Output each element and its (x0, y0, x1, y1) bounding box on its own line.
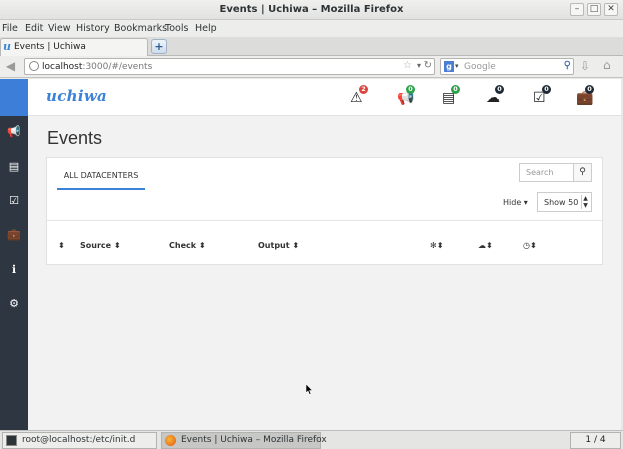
column-status-sort[interactable]: ✻⬍ (430, 241, 443, 250)
clock-icon: ◷ (523, 241, 530, 250)
search-button[interactable]: ⚲ (573, 163, 592, 182)
column-select-sort[interactable]: ⬍ (58, 241, 65, 250)
search-icon[interactable]: ⚲ (564, 60, 571, 71)
uchiwa-app: 📢 ▤ ☑ 💼 ℹ ⚙ uchiwa ⚠ 2 📢 0 ▤ 0 ☁ 0 ☑ 0 💼 0 Events A… (0, 79, 621, 430)
url-path: :3000/#/events (82, 62, 153, 72)
taskbar-terminal-label: root@localhost:/etc/init.d (22, 435, 136, 445)
briefcase-icon: 💼 (7, 228, 21, 241)
url-dropdown-icon[interactable]: ▾ (417, 61, 421, 70)
count-badge: 2 (359, 85, 368, 94)
browser-tab-title: Events | Uchiwa (14, 42, 86, 52)
menu-tools[interactable]: Tools (165, 23, 188, 34)
sidebar-item-settings[interactable]: ⚙ (0, 294, 28, 314)
maximize-button[interactable]: □ (587, 3, 601, 16)
column-datacenter-sort[interactable]: ☁⬍ (478, 241, 493, 250)
column-output[interactable]: Output ⬍ (258, 241, 299, 250)
navigation-bar: ◀ localhost:3000/#/events ☆ ▾ ↻ g ▾ Goog… (0, 56, 623, 78)
top-navbar: uchiwa ⚠ 2 📢 0 ▤ 0 ☁ 0 ☑ 0 💼 0 (28, 79, 621, 116)
workspace-pager[interactable]: 1 / 4 (570, 432, 621, 449)
cloud-icon: ☁ (478, 241, 486, 250)
page-title: Events (47, 128, 103, 148)
download-arrow-icon[interactable]: ⇩ (580, 59, 590, 73)
nav-aggregates-briefcase-link[interactable]: 💼 0 (576, 85, 598, 107)
menu-bookmarks[interactable]: Bookmarks (114, 23, 167, 34)
sidebar-item-clients[interactable]: ▤ (0, 157, 28, 177)
web-search-bar[interactable]: g ▾ Google ⚲ (440, 58, 574, 75)
events-search-input[interactable]: Search (519, 163, 574, 182)
menu-file[interactable]: File (2, 23, 18, 34)
sidebar: 📢 ▤ ☑ 💼 ℹ ⚙ (0, 79, 28, 430)
search-icon: ⚲ (579, 167, 586, 177)
url-host: localhost (42, 62, 83, 72)
new-tab-button[interactable]: + (151, 39, 167, 54)
sidebar-item-aggregates[interactable]: 💼 (0, 225, 28, 245)
menu-bar: File Edit View History Bookmarks Tools H… (0, 20, 623, 37)
minimize-button[interactable]: – (570, 3, 584, 16)
tab-all-datacenters[interactable]: ALL DATACENTERS (57, 170, 145, 190)
url-text: localhost:3000/#/events (42, 62, 152, 72)
bookmark-star-icon[interactable]: ☆ (403, 60, 412, 71)
sidebar-item-checks[interactable]: ☑ (0, 191, 28, 211)
engine-dropdown-icon[interactable]: ▾ (455, 62, 459, 70)
gear-icon: ⚙ (9, 297, 19, 310)
taskbar-firefox-label: Events | Uchiwa – Mozilla Firefox (181, 435, 327, 445)
hide-dropdown-button[interactable]: Hide ▾ (503, 198, 528, 207)
sidebar-brand-block (0, 79, 28, 116)
menu-history[interactable]: History (76, 23, 110, 34)
window-title: Events | Uchiwa – Mozilla Firefox (219, 4, 404, 15)
mouse-pointer-icon (306, 384, 313, 395)
megaphone-icon: 📢 (7, 125, 21, 138)
firefox-icon (165, 435, 176, 446)
globe-icon (29, 61, 39, 71)
count-badge: 0 (585, 85, 594, 94)
nav-clients-hdd-link[interactable]: ▤ 0 (442, 85, 464, 107)
sidebar-item-stashes[interactable]: 📢 (0, 122, 28, 142)
taskbar: root@localhost:/etc/init.d Events | Uchi… (0, 430, 623, 449)
terminal-icon (6, 435, 17, 446)
show-count-value: Show 50 (544, 198, 579, 207)
show-count-select[interactable]: Show 50 ▲ ▼ (537, 192, 592, 212)
home-icon[interactable]: ⌂ (603, 58, 611, 72)
back-arrow-icon[interactable]: ◀ (2, 59, 19, 75)
uchiwa-logo[interactable]: uchiwa (46, 87, 107, 105)
taskbar-firefox[interactable]: Events | Uchiwa – Mozilla Firefox (161, 432, 327, 449)
close-button[interactable]: ✕ (604, 3, 618, 16)
count-badge: 0 (406, 85, 415, 94)
sidebar-item-info[interactable]: ℹ (0, 260, 28, 280)
web-search-placeholder: Google (464, 62, 496, 72)
reload-icon[interactable]: ↻ (424, 60, 432, 71)
nav-stashes-megaphone-link[interactable]: 📢 0 (397, 85, 419, 107)
info-icon: ℹ (11, 263, 17, 276)
taskbar-terminal[interactable]: root@localhost:/etc/init.d (2, 432, 157, 449)
count-badge: 0 (451, 85, 460, 94)
menu-view[interactable]: View (48, 23, 71, 34)
events-panel: ALL DATACENTERS Search ⚲ Hide ▾ Show 50 … (46, 157, 603, 265)
select-arrows-icon: ▲ ▼ (581, 195, 589, 209)
column-check[interactable]: Check ⬍ (169, 241, 206, 250)
nav-checks-link[interactable]: ☑ 0 (533, 85, 555, 107)
nav-events-link[interactable]: ⚠ 2 (350, 85, 372, 107)
google-engine-icon[interactable]: g (444, 61, 454, 72)
tab-strip: u Events | Uchiwa + (0, 37, 623, 56)
column-time-sort[interactable]: ◷⬍ (523, 241, 537, 250)
count-badge: 0 (542, 85, 551, 94)
hdd-icon: ▤ (8, 160, 20, 173)
uchiwa-favicon-icon: u (3, 40, 11, 53)
window-titlebar: Events | Uchiwa – Mozilla Firefox – □ ✕ (0, 0, 623, 20)
panel-divider (47, 220, 602, 221)
count-badge: 0 (495, 85, 504, 94)
nav-datacenters-cloud-link[interactable]: ☁ 0 (486, 85, 508, 107)
check-square-icon: ☑ (9, 194, 19, 207)
browser-tab[interactable]: u Events | Uchiwa (0, 38, 148, 56)
menu-edit[interactable]: Edit (25, 23, 43, 34)
column-source[interactable]: Source ⬍ (80, 241, 121, 250)
menu-help[interactable]: Help (195, 23, 217, 34)
url-bar[interactable]: localhost:3000/#/events ☆ ▾ ↻ (24, 58, 435, 75)
asterisk-icon: ✻ (430, 241, 437, 250)
